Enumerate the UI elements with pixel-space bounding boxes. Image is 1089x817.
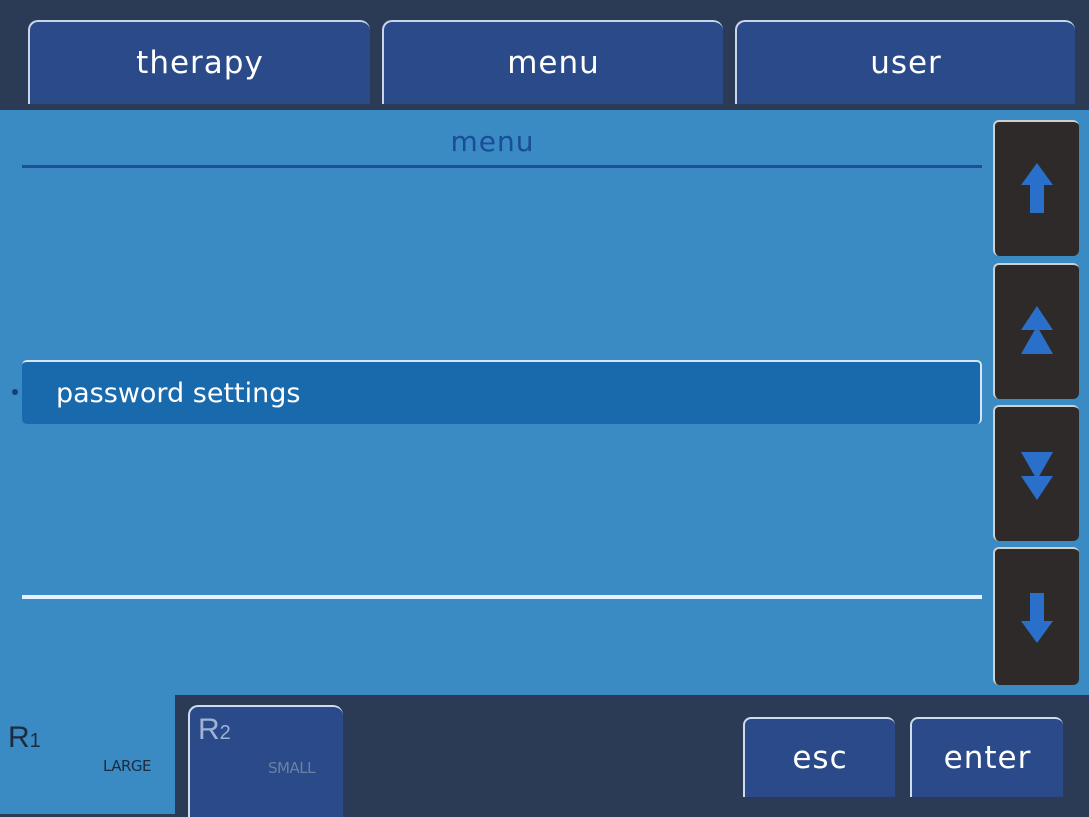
r2-small-button[interactable]: R2 SMALL bbox=[188, 705, 343, 817]
r1-label: R1 bbox=[8, 721, 41, 754]
scroll-down-button[interactable] bbox=[993, 547, 1079, 685]
title-divider bbox=[22, 165, 982, 168]
enter-button[interactable]: enter bbox=[910, 717, 1063, 797]
page-down-icon bbox=[1021, 452, 1053, 500]
bottom-bar: R1 LARGE R2 SMALL esc enter bbox=[0, 695, 1089, 817]
page-up-button[interactable] bbox=[993, 263, 1079, 399]
list-end-divider bbox=[22, 595, 982, 599]
page-up-icon bbox=[1021, 306, 1053, 354]
tab-menu[interactable]: menu bbox=[382, 20, 723, 104]
tab-therapy[interactable]: therapy bbox=[28, 20, 370, 104]
arrow-down-icon bbox=[1021, 593, 1053, 643]
tab-bar: therapy menu user bbox=[0, 0, 1089, 110]
esc-button[interactable]: esc bbox=[743, 717, 895, 797]
menu-panel: menu password settings bbox=[0, 110, 1089, 695]
scroll-up-button[interactable] bbox=[993, 120, 1079, 256]
page-down-button[interactable] bbox=[993, 405, 1079, 541]
tab-user[interactable]: user bbox=[735, 20, 1075, 104]
r1-large-button[interactable]: R1 LARGE bbox=[0, 695, 175, 814]
panel-title: menu bbox=[450, 125, 535, 158]
r1-size-label: LARGE bbox=[103, 757, 152, 775]
selection-marker bbox=[12, 389, 18, 395]
r2-label: R2 bbox=[198, 713, 231, 746]
arrow-up-icon bbox=[1021, 163, 1053, 213]
list-item-label: password settings bbox=[56, 377, 301, 409]
r2-size-label: SMALL bbox=[268, 759, 315, 777]
list-item-password-settings[interactable]: password settings bbox=[22, 360, 982, 424]
